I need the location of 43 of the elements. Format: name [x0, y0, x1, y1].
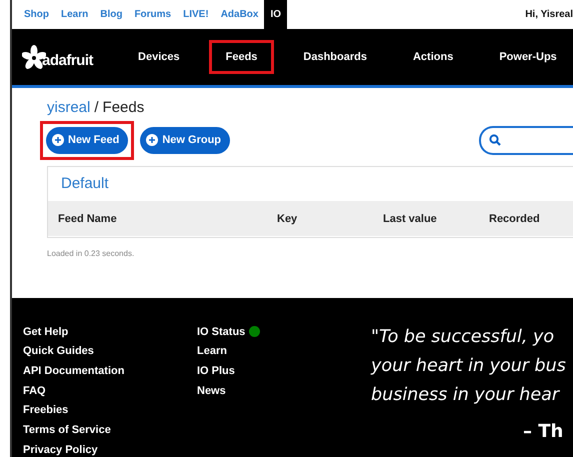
- footer-link[interactable]: API Documentation: [23, 364, 197, 378]
- logo-text[interactable]: adafruit: [42, 52, 94, 70]
- top-nav-link[interactable]: Learn: [55, 0, 94, 29]
- top-nav-link[interactable]: IO: [264, 0, 288, 29]
- page-title: Feeds: [102, 99, 144, 116]
- nav-link[interactable]: Devices: [121, 40, 197, 74]
- footer-link[interactable]: Quick Guides: [23, 344, 197, 359]
- top-nav-link[interactable]: Blog: [94, 0, 128, 29]
- quote-attribution: – Th: [523, 421, 564, 442]
- column-header: Feed Name: [58, 212, 118, 225]
- user-link[interactable]: yisreal: [47, 99, 90, 116]
- nav-link[interactable]: Actions: [396, 40, 470, 74]
- quote-line: business in your hear: [371, 385, 561, 406]
- footer-link[interactable]: Get Help: [23, 324, 197, 339]
- column-header: Last value: [383, 212, 438, 225]
- footer-link[interactable]: News: [197, 383, 371, 398]
- column-header: Key: [277, 212, 298, 225]
- new-feed-button[interactable]: New Feed: [40, 120, 134, 160]
- nav-link[interactable]: Feeds: [208, 40, 274, 74]
- footer-link[interactable]: Freebies: [23, 402, 197, 418]
- breadcrumb-separator: /: [94, 99, 99, 116]
- group-title: Default: [60, 174, 110, 194]
- nav-link[interactable]: Power-Ups: [482, 40, 573, 74]
- footer-link[interactable]: FAQ: [23, 383, 197, 398]
- footer-link[interactable]: IO Status: [197, 324, 371, 339]
- footer-link[interactable]: IO Plus: [197, 364, 371, 378]
- greeting-text: Hi, Yisreal: [525, 8, 573, 22]
- top-nav-link[interactable]: Forums: [128, 0, 178, 29]
- column-header: Recorded: [489, 212, 541, 225]
- load-time-text: Loaded in 0.23 seconds.: [47, 249, 136, 258]
- plus-circle-icon: [146, 134, 158, 146]
- top-nav-link[interactable]: Shop: [18, 0, 55, 29]
- footer-link[interactable]: Privacy Policy: [23, 442, 197, 457]
- quote-line: your heart in your bus: [371, 356, 566, 376]
- footer-link[interactable]: Learn: [197, 344, 371, 359]
- nav-link[interactable]: Dashboards: [286, 40, 384, 74]
- search-field[interactable]: [479, 126, 573, 155]
- top-nav-link[interactable]: LIVE!: [177, 0, 215, 29]
- quote-line: "To be successful, yo: [371, 327, 556, 348]
- plus-circle-icon: [52, 134, 64, 146]
- footer-link[interactable]: Terms of Service: [23, 422, 197, 438]
- search-icon: [489, 134, 501, 146]
- top-nav-link[interactable]: AdaBox: [214, 0, 264, 29]
